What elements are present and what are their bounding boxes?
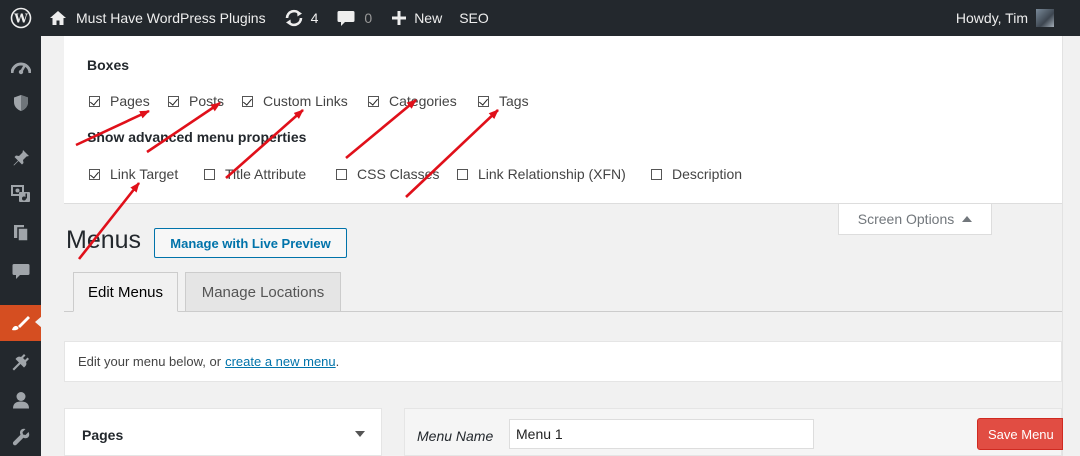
checkbox-label: CSS Classes: [357, 166, 440, 182]
pages-icon[interactable]: [0, 216, 41, 250]
updates-link[interactable]: 4: [284, 0, 319, 36]
avatar: [1036, 9, 1054, 27]
wordpress-logo-icon[interactable]: W: [0, 0, 41, 36]
menu-notice: Edit your menu below, or create a new me…: [64, 341, 1062, 382]
checkbox[interactable]: [89, 168, 100, 180]
posts-pin-icon[interactable]: [0, 141, 41, 175]
screen-options-label: Screen Options: [857, 211, 955, 227]
plugins-icon[interactable]: [0, 345, 41, 379]
checkbox-label: Description: [672, 166, 743, 182]
menu-name-input[interactable]: [509, 419, 814, 449]
advanced-checkbox-description[interactable]: Description: [651, 166, 742, 182]
media-icon[interactable]: [0, 177, 41, 211]
save-menu-button[interactable]: Save Menu: [977, 418, 1063, 450]
box-checkbox-posts[interactable]: Posts: [168, 93, 224, 109]
home-icon: [49, 10, 67, 26]
checkbox[interactable]: [651, 168, 662, 180]
screen-options-panel: Boxes Pages Posts Custom Links Categorie…: [64, 36, 1062, 204]
page-title: Menus: [66, 226, 142, 254]
boxes-heading: Boxes: [87, 57, 130, 73]
checkbox[interactable]: [89, 95, 100, 107]
pages-accordion-title: Pages: [82, 427, 124, 443]
checkbox[interactable]: [168, 95, 179, 107]
box-checkbox-categories[interactable]: Categories: [368, 93, 457, 109]
svg-text:W: W: [13, 12, 28, 26]
scrollbar-top: [1062, 0, 1080, 36]
comments-count: 0: [364, 10, 373, 26]
advanced-properties-heading: Show advanced menu properties: [87, 129, 307, 145]
checkbox[interactable]: [336, 168, 347, 180]
site-name: Must Have WordPress Plugins: [76, 10, 266, 26]
seo-label: SEO: [459, 10, 489, 26]
new-label: New: [414, 10, 443, 26]
dashboard-icon[interactable]: [0, 51, 41, 85]
updates-count: 4: [310, 10, 319, 26]
seo-link[interactable]: SEO: [459, 0, 489, 36]
users-icon[interactable]: [0, 383, 41, 417]
checkbox[interactable]: [204, 168, 215, 180]
appearance-brush-icon[interactable]: [0, 305, 42, 341]
menu-name-label: Menu Name: [417, 428, 494, 444]
checkbox-label: Categories: [389, 93, 457, 109]
page-scrollbar[interactable]: [1062, 36, 1080, 456]
checkbox-label: Link Target: [110, 166, 179, 182]
user-account-link[interactable]: Howdy, Tim: [956, 0, 1054, 36]
chevron-down-icon[interactable]: [355, 431, 365, 437]
checkbox-label: Pages: [110, 93, 150, 109]
advanced-checkbox-css-classes[interactable]: CSS Classes: [336, 166, 439, 182]
menu-edit-header: Menu Name Save Menu: [404, 408, 1063, 456]
site-name-link[interactable]: Must Have WordPress Plugins: [49, 0, 266, 36]
create-new-menu-link[interactable]: create a new menu: [225, 354, 336, 369]
checkbox-label: Link Relationship (XFN): [478, 166, 626, 182]
refresh-icon: [284, 9, 304, 27]
tab-edit-menus[interactable]: Edit Menus: [73, 272, 178, 312]
checkbox-label: Custom Links: [263, 93, 348, 109]
checkbox[interactable]: [478, 95, 489, 107]
advanced-checkbox-link-target[interactable]: Link Target: [89, 166, 178, 182]
advanced-checkbox-link-relationship[interactable]: Link Relationship (XFN): [457, 166, 626, 182]
admin-bar: W Must Have WordPress Plugins 4 0 New SE…: [0, 0, 1080, 36]
box-checkbox-custom-links[interactable]: Custom Links: [242, 93, 348, 109]
notice-text: Edit your menu below, or: [78, 354, 222, 369]
checkbox-label: Posts: [189, 93, 225, 109]
advanced-checkbox-title-attribute[interactable]: Title Attribute: [204, 166, 306, 182]
plus-icon: [392, 11, 407, 25]
notice-suffix: .: [335, 354, 340, 369]
checkbox-label: Tags: [499, 93, 529, 109]
new-content-link[interactable]: New: [392, 0, 442, 36]
checkbox[interactable]: [368, 95, 379, 107]
comment-icon: [337, 10, 355, 27]
user-greeting: Howdy, Tim: [955, 10, 1028, 26]
checkbox[interactable]: [457, 168, 468, 180]
admin-sidebar: [0, 36, 42, 456]
screen-options-toggle[interactable]: Screen Options: [838, 204, 992, 235]
shield-icon[interactable]: [0, 86, 41, 120]
pages-accordion[interactable]: Pages: [64, 408, 382, 456]
tab-manage-locations[interactable]: Manage Locations: [185, 272, 341, 312]
comments-icon[interactable]: [0, 254, 41, 288]
comments-link[interactable]: 0: [337, 0, 372, 36]
checkbox[interactable]: [242, 95, 253, 107]
checkbox-label: Title Attribute: [225, 166, 307, 182]
caret-up-icon: [962, 216, 973, 222]
manage-live-preview-button[interactable]: Manage with Live Preview: [154, 228, 347, 258]
tools-wrench-icon[interactable]: [0, 420, 41, 454]
active-indicator: [35, 316, 42, 328]
box-checkbox-pages[interactable]: Pages: [89, 93, 150, 109]
box-checkbox-tags[interactable]: Tags: [478, 93, 529, 109]
